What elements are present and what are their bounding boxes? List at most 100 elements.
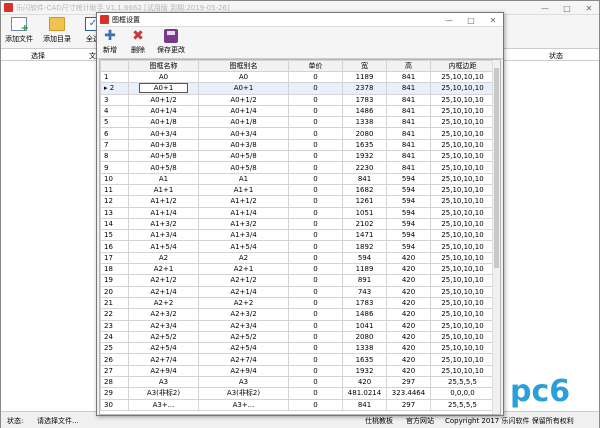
- cell-inner-margin[interactable]: 25,10,10,10: [430, 195, 494, 208]
- cell-frame-alias[interactable]: A3(非标2): [198, 387, 289, 400]
- cell-frame-name[interactable]: A2+2: [128, 296, 199, 310]
- cell-height[interactable]: 297: [386, 398, 431, 411]
- cell-height[interactable]: 594: [386, 195, 431, 208]
- cell-width[interactable]: 1338: [342, 116, 387, 129]
- cell-inner-margin[interactable]: 25,10,10,10: [430, 161, 494, 174]
- cell-frame-name[interactable]: A3+...: [128, 398, 199, 411]
- cell-frame-name[interactable]: A2+5/2: [128, 330, 199, 344]
- cell-height[interactable]: 841: [386, 150, 431, 163]
- cell-unit-price[interactable]: 0: [288, 285, 343, 298]
- cell-width[interactable]: 1261: [342, 195, 387, 208]
- cell-height[interactable]: 594: [386, 240, 431, 253]
- cell-frame-name[interactable]: A0+5/8: [128, 161, 199, 174]
- cell-frame-name[interactable]: A0: [128, 70, 199, 84]
- cell-unit-price[interactable]: 0: [288, 206, 343, 219]
- cell-height[interactable]: 420: [386, 353, 431, 366]
- cell-frame-name[interactable]: A0+3/4: [128, 127, 199, 140]
- cell-row-number[interactable]: 30: [100, 398, 129, 411]
- cell-row-number[interactable]: 14: [100, 217, 129, 231]
- cell-width[interactable]: 2230: [342, 161, 387, 174]
- cell-frame-name[interactable]: A0+3/8: [128, 138, 199, 152]
- cell-height[interactable]: 297: [386, 376, 431, 389]
- cell-unit-price[interactable]: 0: [288, 138, 343, 152]
- table-row[interactable]: 15 A1+3/4 A1+3/4 0 1471 594 25,10,10,10: [100, 229, 494, 242]
- cell-frame-name[interactable]: A1: [128, 172, 199, 185]
- cell-width[interactable]: 1471: [342, 229, 387, 242]
- dialog-minimize-icon[interactable]: —: [443, 15, 455, 25]
- cell-height[interactable]: 420: [386, 319, 431, 332]
- cell-frame-alias[interactable]: A3+...: [198, 398, 289, 411]
- table-row[interactable]: 29 A3(非标2) A3(非标2) 0 481.0214 323.4464 0,0,0,0: [100, 387, 494, 400]
- cell-frame-alias[interactable]: A0+5/8: [198, 161, 289, 174]
- cell-frame-alias[interactable]: A2+1/2: [198, 274, 289, 287]
- cell-frame-name[interactable]: A2+1/2: [128, 274, 199, 287]
- cell-height[interactable]: 420: [386, 274, 431, 287]
- cell-height[interactable]: 420: [386, 296, 431, 310]
- cell-width[interactable]: 1041: [342, 319, 387, 332]
- cell-frame-alias[interactable]: A2+2: [198, 296, 289, 310]
- cell-frame-name[interactable]: A3(非标2): [128, 387, 199, 400]
- table-row[interactable]: 17 A2 A2 0 594 420 25,10,10,10: [100, 251, 494, 265]
- scrollbar-thumb[interactable]: [494, 68, 499, 268]
- cell-height[interactable]: 420: [386, 308, 431, 321]
- cell-unit-price[interactable]: 0: [288, 342, 343, 355]
- table-row[interactable]: 13 A1+1/4 A1+1/4 0 1051 594 25,10,10,10: [100, 206, 494, 219]
- cell-unit-price[interactable]: 0: [288, 161, 343, 174]
- cell-frame-name[interactable]: A0+1: [128, 82, 199, 95]
- cell-frame-name[interactable]: A2+1: [128, 263, 199, 276]
- column-unit-price[interactable]: 单价: [288, 60, 343, 72]
- cell-inner-margin[interactable]: 25,10,10,10: [430, 251, 494, 265]
- cell-inner-margin[interactable]: 25,10,10,10: [430, 150, 494, 163]
- cell-row-number[interactable]: 7: [100, 138, 129, 152]
- cell-unit-price[interactable]: 0: [288, 104, 343, 118]
- cell-unit-price[interactable]: 0: [288, 70, 343, 84]
- cell-width[interactable]: 1635: [342, 138, 387, 152]
- cell-frame-name[interactable]: A1+1/2: [128, 195, 199, 208]
- column-file[interactable]: 文: [89, 51, 96, 61]
- cell-frame-alias[interactable]: A0+1/8: [198, 116, 289, 129]
- cell-frame-alias[interactable]: A0+1/4: [198, 104, 289, 118]
- cell-unit-price[interactable]: 0: [288, 240, 343, 253]
- cell-width[interactable]: 1189: [342, 263, 387, 276]
- cell-row-number[interactable]: 3: [100, 93, 129, 106]
- table-row[interactable]: 20 A2+1/4 A2+1/4 0 743 420 25,10,10,10: [100, 285, 494, 298]
- cell-frame-alias[interactable]: A0+3/4: [198, 127, 289, 140]
- cell-unit-price[interactable]: 0: [288, 116, 343, 129]
- cell-inner-margin[interactable]: 25,10,10,10: [430, 116, 494, 129]
- cell-height[interactable]: 594: [386, 183, 431, 197]
- cell-height[interactable]: 841: [386, 116, 431, 129]
- cell-frame-name[interactable]: A2+3/2: [128, 308, 199, 321]
- column-select[interactable]: 选择: [31, 51, 45, 61]
- cell-width[interactable]: 1892: [342, 240, 387, 253]
- table-row[interactable]: 19 A2+1/2 A2+1/2 0 891 420 25,10,10,10: [100, 274, 494, 287]
- cell-width[interactable]: 1635: [342, 353, 387, 366]
- cell-height[interactable]: 420: [386, 330, 431, 344]
- cell-width[interactable]: 2102: [342, 217, 387, 231]
- cell-editor-input[interactable]: A0+1: [138, 83, 189, 94]
- cell-row-number[interactable]: 6: [100, 127, 129, 140]
- cell-width[interactable]: 1051: [342, 206, 387, 219]
- table-row[interactable]: 5 A0+1/8 A0+1/8 0 1338 841 25,10,10,10: [100, 116, 494, 129]
- cell-frame-alias[interactable]: A2+7/4: [198, 353, 289, 366]
- cell-unit-price[interactable]: 0: [288, 296, 343, 310]
- cell-unit-price[interactable]: 0: [288, 251, 343, 265]
- cell-width[interactable]: 420: [342, 376, 387, 389]
- cell-row-number[interactable]: 21: [100, 296, 129, 310]
- cell-frame-name[interactable]: A0+5/8: [128, 150, 199, 163]
- cell-unit-price[interactable]: 0: [288, 308, 343, 321]
- cell-row-number[interactable]: 10: [100, 172, 129, 185]
- cell-row-number[interactable]: 28: [100, 376, 129, 389]
- table-row[interactable]: 3 A0+1/2 A0+1/2 0 1783 841 25,10,10,10: [100, 93, 494, 106]
- cell-height[interactable]: 420: [386, 364, 431, 378]
- save-changes-button[interactable]: 保存更改: [157, 29, 185, 55]
- cell-frame-alias[interactable]: A0+1: [198, 82, 289, 95]
- cell-row-number[interactable]: 16: [100, 240, 129, 253]
- cell-frame-alias[interactable]: A1+3/4: [198, 229, 289, 242]
- minimize-icon[interactable]: —: [539, 3, 551, 13]
- cell-unit-price[interactable]: 0: [288, 127, 343, 140]
- cell-row-number[interactable]: 12: [100, 195, 129, 208]
- table-row[interactable]: 21 A2+2 A2+2 0 1783 420 25,10,10,10: [100, 296, 494, 310]
- cell-height[interactable]: 420: [386, 251, 431, 265]
- cell-height[interactable]: 841: [386, 70, 431, 84]
- table-row[interactable]: 28 A3 A3 0 420 297 25,5,5,5: [100, 376, 494, 389]
